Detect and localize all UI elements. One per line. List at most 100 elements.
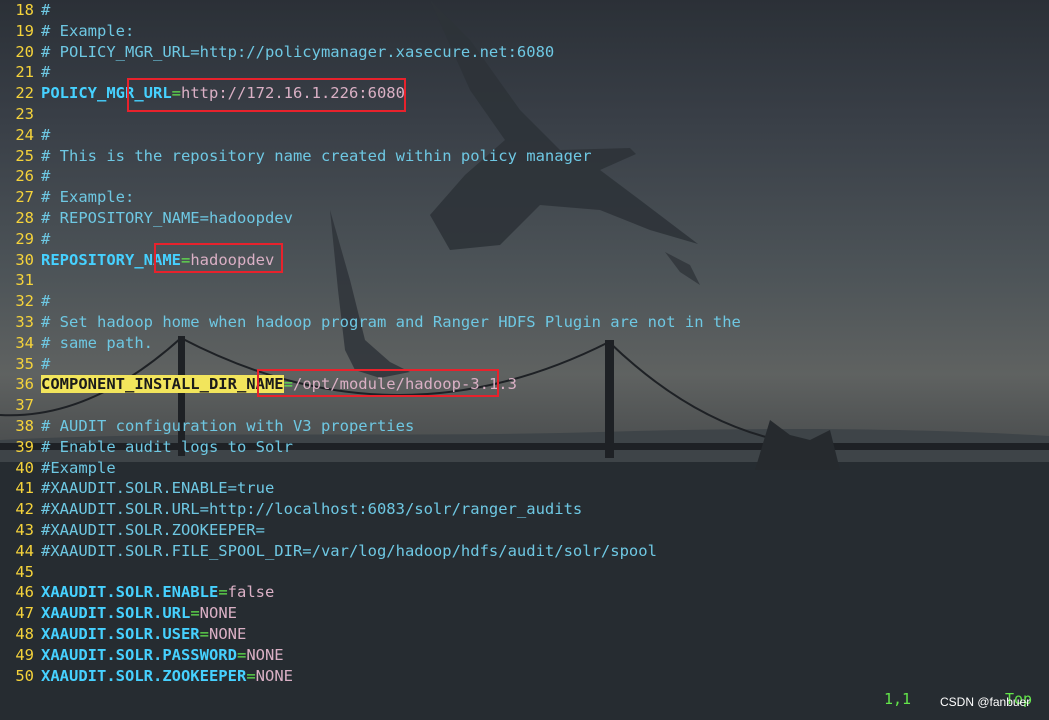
highlight-box-install-dir <box>257 369 499 397</box>
line-number: 21 <box>15 63 34 82</box>
line-number: 44 <box>15 541 34 560</box>
comment-text: #XAAUDIT.SOLR.ZOOKEEPER= <box>41 521 265 539</box>
code-line[interactable]: 37 <box>0 395 41 416</box>
cursor-position: 1,1 <box>884 690 912 708</box>
comment-text: #XAAUDIT.SOLR.FILE_SPOOL_DIR=/var/log/ha… <box>41 541 657 560</box>
code-line[interactable]: 27 # Example: <box>0 187 134 208</box>
comment-text: # <box>41 63 51 82</box>
comment-text: #XAAUDIT.SOLR.URL=http://localhost:6083/… <box>41 500 583 519</box>
comment-text: # REPOSITORY_NAME=hadoopdev <box>41 209 293 227</box>
code-line[interactable]: 21 # <box>0 62 50 83</box>
line-number: 35 <box>15 354 34 373</box>
code-line[interactable]: 46 XAAUDIT.SOLR.ENABLE=false <box>0 582 274 603</box>
wallpaper-seagull <box>330 210 410 378</box>
comment-text: # AUDIT configuration with V3 properties <box>41 417 415 435</box>
code-line[interactable]: 42 #XAAUDIT.SOLR.URL=http://localhost:608… <box>0 499 582 520</box>
config-key: COMPONENT_INSTALL_DIR_NAME <box>41 375 284 394</box>
comment-text: # <box>41 292 51 311</box>
line-number: 22 <box>15 84 34 103</box>
line-number: 34 <box>15 333 34 352</box>
highlight-box-policy-mgr-url <box>127 78 406 112</box>
code-line[interactable]: 41 #XAAUDIT.SOLR.ENABLE=true <box>0 478 274 499</box>
code-line[interactable]: 43 #XAAUDIT.SOLR.ZOOKEEPER= <box>0 520 265 541</box>
config-value: NONE <box>255 666 293 685</box>
code-line[interactable]: 50 XAAUDIT.SOLR.ZOOKEEPER=NONE <box>0 666 293 687</box>
line-number: 41 <box>15 479 34 498</box>
comment-text: # same path. <box>41 333 153 352</box>
equals-sign: = <box>246 666 256 685</box>
comment-text: # Example: <box>41 188 135 207</box>
code-line[interactable]: 48 XAAUDIT.SOLR.USER=NONE <box>0 624 246 645</box>
code-line[interactable]: 33 # Set hadoop home when hadoop program … <box>0 312 741 333</box>
line-number: 26 <box>15 167 34 186</box>
line-number: 29 <box>15 229 34 248</box>
code-line[interactable]: 40 #Example <box>0 458 116 479</box>
code-line[interactable]: 38 # AUDIT configuration with V3 properti… <box>0 416 414 437</box>
code-line[interactable]: 32 # <box>0 291 50 312</box>
line-number: 25 <box>15 146 34 165</box>
code-line[interactable]: 31 <box>0 270 41 291</box>
code-line[interactable]: 26 # <box>0 166 50 187</box>
line-number: 33 <box>15 313 34 331</box>
code-line[interactable]: 35 # <box>0 354 50 375</box>
line-number: 46 <box>15 583 34 602</box>
line-number: 43 <box>15 521 34 539</box>
line-number: 19 <box>15 21 34 40</box>
equals-sign: = <box>199 625 209 643</box>
config-value: NONE <box>208 625 247 643</box>
code-line[interactable]: 39 # Enable audit logs to Solr <box>0 437 293 458</box>
line-number: 20 <box>15 42 34 61</box>
config-key: XAAUDIT.SOLR.ZOOKEEPER <box>41 666 247 685</box>
highlight-box-repository-name <box>154 243 283 273</box>
comment-text: # <box>41 229 51 248</box>
code-line[interactable]: 44 #XAAUDIT.SOLR.FILE_SPOOL_DIR=/var/log/… <box>0 541 657 562</box>
wallpaper-seagull <box>430 0 698 250</box>
config-key: XAAUDIT.SOLR.ENABLE <box>41 583 219 602</box>
comment-text: #Example <box>41 458 116 477</box>
code-line[interactable]: 47 XAAUDIT.SOLR.URL=NONE <box>0 603 237 624</box>
line-number: 36 <box>15 375 34 394</box>
config-value: NONE <box>246 645 284 664</box>
code-line[interactable]: 24 # <box>0 125 50 146</box>
config-key: XAAUDIT.SOLR.URL <box>41 604 191 623</box>
line-number: 27 <box>15 188 34 207</box>
line-number: 18 <box>15 1 34 19</box>
code-line[interactable]: 49 XAAUDIT.SOLR.PASSWORD=NONE <box>0 645 284 666</box>
code-line[interactable]: 28 # REPOSITORY_NAME=hadoopdev <box>0 208 293 229</box>
wallpaper-bridge-tower <box>605 340 614 458</box>
comment-text: # This is the repository name created wi… <box>41 146 592 165</box>
wallpaper-island <box>755 420 840 470</box>
code-line[interactable]: 19 # Example: <box>0 21 134 42</box>
code-line[interactable]: 45 <box>0 562 41 583</box>
code-line[interactable]: 23 <box>0 104 41 125</box>
line-number: 45 <box>15 562 34 581</box>
config-value: false <box>227 583 275 602</box>
line-number: 28 <box>15 209 34 227</box>
comment-text: # Set hadoop home when hadoop program an… <box>41 313 741 331</box>
code-line[interactable]: 20 # POLICY_MGR_URL=http://policymanager.… <box>0 42 554 63</box>
line-number: 32 <box>15 292 34 311</box>
comment-text: # Enable audit logs to Solr <box>41 437 293 456</box>
equals-sign: = <box>218 583 228 602</box>
code-line[interactable]: 34 # same path. <box>0 333 153 354</box>
comment-text: #XAAUDIT.SOLR.ENABLE=true <box>41 479 275 498</box>
line-number: 31 <box>15 271 34 290</box>
line-number: 42 <box>15 500 34 519</box>
line-number: 30 <box>15 250 34 269</box>
wallpaper-seagull <box>665 252 700 285</box>
code-line[interactable]: 18 # <box>0 0 50 21</box>
code-line[interactable]: 29 # <box>0 229 50 250</box>
config-key: XAAUDIT.SOLR.PASSWORD <box>41 645 237 664</box>
line-number: 50 <box>15 666 34 685</box>
comment-text: # POLICY_MGR_URL=http://policymanager.xa… <box>41 42 555 61</box>
line-number: 48 <box>15 625 34 643</box>
comment-text: # <box>41 125 51 144</box>
code-line[interactable]: 25 # This is the repository name created … <box>0 146 592 167</box>
config-value: NONE <box>199 604 237 623</box>
line-number: 37 <box>15 396 34 415</box>
equals-sign: = <box>236 645 247 664</box>
watermark: CSDN @fanbuer <box>940 695 1031 709</box>
config-key: XAAUDIT.SOLR.USER <box>41 625 200 643</box>
line-number: 23 <box>15 105 34 123</box>
line-number: 49 <box>15 645 34 664</box>
